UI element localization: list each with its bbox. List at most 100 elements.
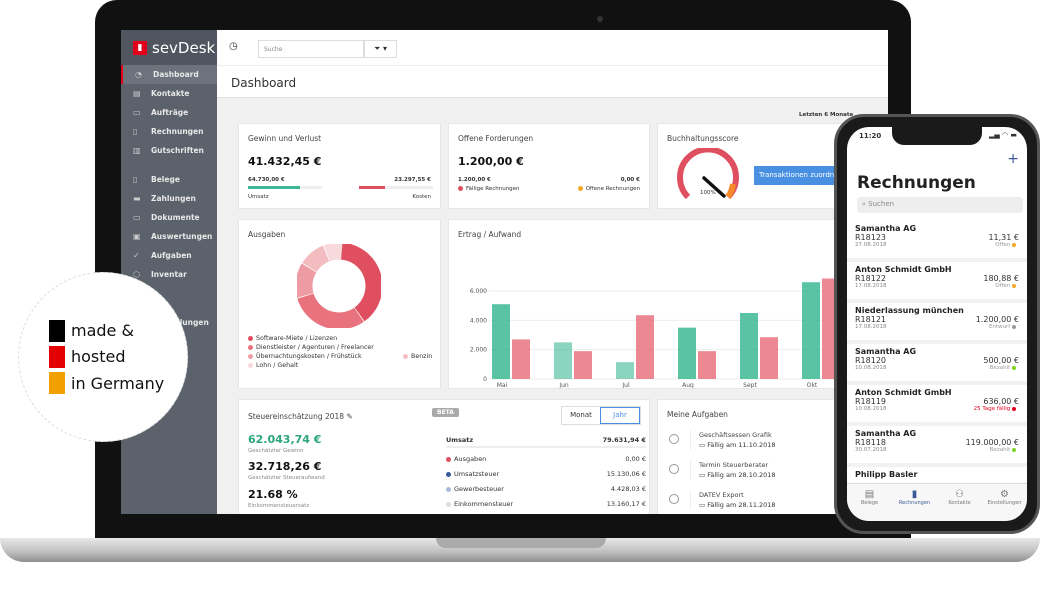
card-title: Meine Aufgaben (667, 410, 728, 419)
bar-aufwendungen-aug[interactable] (698, 351, 716, 379)
add-icon[interactable]: + (1007, 151, 1019, 167)
invoice-item[interactable]: Anton Schmidt GmbH R18122 180,88 €17.08.20… (847, 262, 1027, 303)
sidebar-item-kontakte[interactable]: ▤ Kontakte (121, 84, 217, 103)
sidebar-item-auftrge[interactable]: ▭ Aufträge (121, 103, 217, 122)
gear-icon: ⚙ (1000, 489, 1009, 500)
tab-jahr[interactable]: Jahr (600, 407, 640, 424)
y-tick-label: 4.000 (470, 317, 487, 324)
calendar-icon: ▭ (699, 501, 706, 509)
history-icon[interactable]: ◷ (229, 41, 238, 52)
folder-icon: ▭ (133, 108, 141, 117)
x-tick-label: Aug (682, 382, 694, 389)
sidebar-item-zahlungen[interactable]: ▬ Zahlungen (121, 189, 217, 208)
donut-slice (323, 244, 343, 262)
legend-item: Dienstleister / Agenturen / Freelancer (248, 344, 438, 351)
search-input[interactable]: Suche (258, 40, 364, 58)
search-icon: ⌕ (862, 200, 866, 208)
brand-name: sevDesk (152, 38, 216, 57)
bar-aufwendungen-jun[interactable] (574, 351, 592, 379)
bar-erträge-mai[interactable] (492, 304, 510, 379)
sidebar-item-belege[interactable]: ▯ Belege (121, 170, 217, 189)
sidebar-item-gutschriften[interactable]: ▥ Gutschriften (121, 141, 217, 160)
sidebar-item-dokumente[interactable]: ▭ Dokumente (121, 208, 217, 227)
sidebar-item-label: Aufträge (151, 108, 189, 117)
sidebar: ▮ sevDesk ◔ Dashboard ▤ Kontakte ▭ Aufträge ▯ Re… (121, 30, 217, 514)
badge-line: in Germany (71, 374, 165, 393)
book-icon: ▥ (133, 146, 141, 155)
gewinn-label: Geschätzter Gewinn (248, 448, 304, 454)
phone-notch (892, 127, 982, 145)
bar-erträge-jun[interactable] (554, 342, 572, 379)
aufwand-label: Geschätzter Steueraufwand (248, 475, 325, 481)
bar-aufwendungen-sept[interactable] (760, 337, 778, 379)
tab-monat[interactable]: Monat (562, 407, 600, 424)
donut-slice (338, 244, 381, 322)
steuer-row: Umsatzsteuer 15.130,06 € (446, 470, 646, 485)
steuer-card: Steuereinschätzung 2018 ✎ BETA Monat Jah… (238, 399, 650, 514)
invoice-item[interactable]: Samantha AG R18118 119.000,00 €30.07.2018 B… (847, 426, 1027, 467)
invoice-item[interactable]: Samantha AG R18120 500,00 €10.08.2018 Bezah… (847, 344, 1027, 385)
flag-gold (49, 372, 65, 394)
gewinn-value: 62.043,74 € (248, 433, 322, 446)
bar-aufwendungen-jul[interactable] (636, 315, 654, 379)
sidebar-item-auswertungen[interactable]: ▣ Auswertungen (121, 227, 217, 246)
task-item[interactable]: Termin Steuerberater ▭ Fällig am 28.10.20… (666, 458, 826, 486)
x-tick-label: Jul (621, 382, 630, 389)
tab-kontakte[interactable]: ⚇ Kontakte (937, 484, 982, 521)
sidebar-item-rechnungen[interactable]: ▯ Rechnungen (121, 122, 217, 141)
phone-title: Rechnungen (857, 173, 976, 193)
invoice-item[interactable]: Philipp Basler (847, 467, 1027, 483)
faellig-value: 1.200,00 € (458, 177, 491, 183)
task-checkbox[interactable] (669, 434, 679, 444)
logo-icon: ▮ (133, 40, 147, 55)
task-checkbox[interactable] (669, 494, 679, 504)
status-dot (1012, 406, 1016, 411)
kosten-value: 23.297,55 € (394, 177, 431, 183)
page-title: Dashboard (217, 65, 888, 98)
status-dot (1012, 365, 1016, 370)
aufwand-value: 32.718,26 € (248, 460, 322, 473)
card-title: Buchhaltungsscore (667, 134, 739, 143)
laptop-notch (436, 538, 606, 548)
filter-dropdown[interactable]: ⏷ ▾ (364, 40, 397, 58)
logo[interactable]: ▮ sevDesk (121, 30, 217, 65)
steuer-row: Gewerbesteuer 4.428,03 € (446, 485, 646, 500)
status-dot (1012, 447, 1016, 452)
tab-belege[interactable]: ▤ Belege (847, 484, 892, 521)
invoice-item[interactable]: Anton Schmidt GmbH R18119 636,00 €10.08.20… (847, 385, 1027, 426)
period-select[interactable]: Letzten 6 Monate (799, 112, 853, 118)
task-item[interactable]: Geschäftsessen Grafik ▭ Fällig am 11.10.2… (666, 428, 826, 456)
check-icon: ✓ (133, 251, 140, 260)
sidebar-item-label: Inventar (151, 270, 187, 279)
invoice-item[interactable]: Samantha AG R18123 11,31 €27.08.2018 Offen (847, 221, 1027, 262)
bar-erträge-okt[interactable] (802, 282, 820, 379)
period-toggle: Monat Jahr (561, 406, 641, 425)
invoice-item[interactable]: Niederlassung münchen R18121 1.200,00 €17.… (847, 303, 1027, 344)
topbar: ◷ Suche ⏷ ▾ (217, 30, 888, 65)
edit-icon[interactable]: ✎ (346, 412, 352, 421)
offen-legend: Offene Rechnungen (577, 186, 640, 192)
x-tick-label: Sept (743, 382, 757, 389)
documents-icon: ▭ (133, 213, 141, 222)
receipt-icon: ▯ (133, 175, 138, 184)
tab-rechnungen[interactable]: ▮ Rechnungen (892, 484, 937, 521)
app-screen: ▮ sevDesk ◔ Dashboard ▤ Kontakte ▭ Aufträge ▯ Re… (121, 30, 888, 514)
phone-screen: 11:20 ▂▄ ◠ ▬ + Rechnungen ⌕ Suchen Saman… (847, 127, 1027, 521)
bar-erträge-sept[interactable] (740, 313, 758, 379)
bar-erträge-jul[interactable] (616, 362, 634, 379)
bar-aufwendungen-mai[interactable] (512, 339, 530, 379)
dashboard-icon: ◔ (135, 70, 142, 79)
phone-search[interactable]: ⌕ Suchen (857, 197, 1023, 213)
card-title: Ausgaben (248, 230, 286, 239)
bar-erträge-aug[interactable] (678, 327, 696, 379)
y-tick-label: 0 (483, 376, 487, 383)
task-item[interactable]: DATEV Export ▭ Fällig am 28.11.2018 (666, 488, 826, 514)
gewinn-total: 41.432,45 € (248, 155, 322, 168)
sidebar-item-aufgaben[interactable]: ✓ Aufgaben (121, 246, 217, 265)
sidebar-item-dashboard[interactable]: ◔ Dashboard (121, 65, 217, 84)
steuer-row: Einkommensteuer 13.160,17 € (446, 500, 646, 514)
flag-black (49, 320, 65, 342)
tab-einstellungen[interactable]: ⚙ Einstellungen (982, 484, 1027, 521)
y-tick-label: 2.000 (470, 347, 487, 354)
task-checkbox[interactable] (669, 464, 679, 474)
